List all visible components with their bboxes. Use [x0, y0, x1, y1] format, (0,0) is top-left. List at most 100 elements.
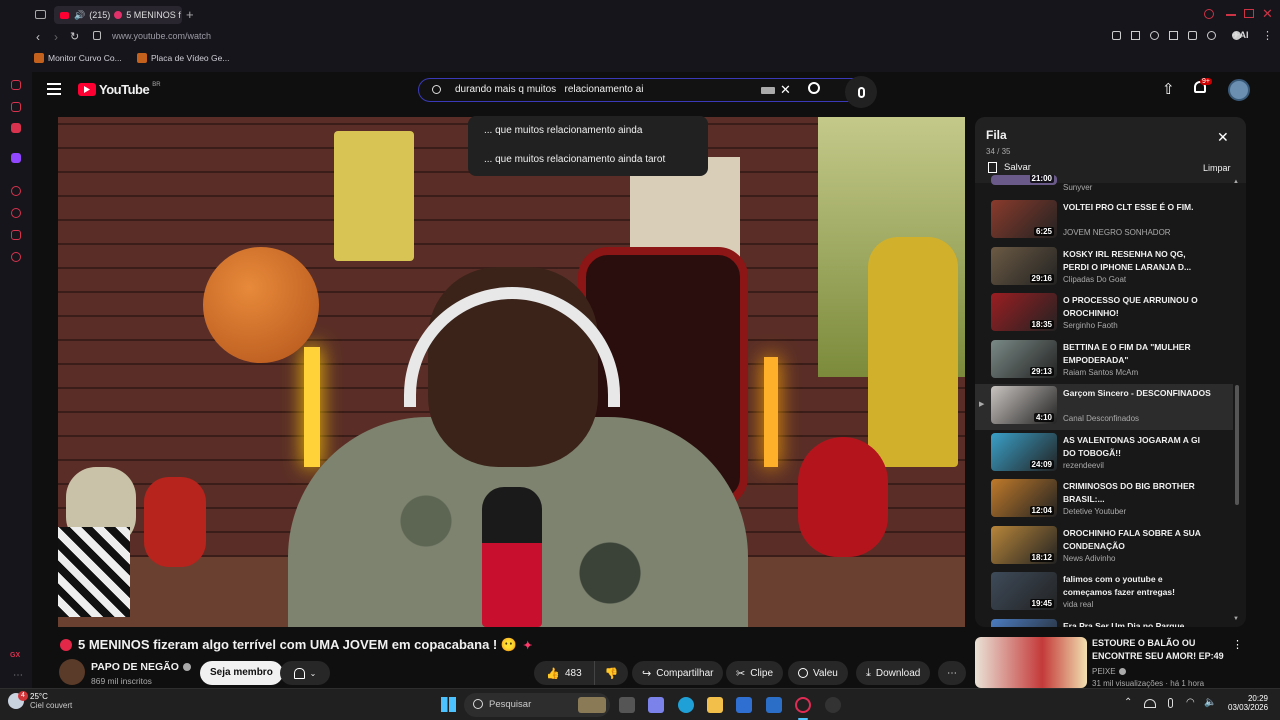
video-player[interactable]	[58, 117, 965, 627]
tab-overview-icon[interactable]	[35, 10, 46, 19]
reload-button[interactable]: ↻	[70, 30, 79, 43]
network-icon[interactable]	[1144, 699, 1156, 708]
notifications-button[interactable]: 9+	[1194, 78, 1212, 93]
queue-item[interactable]: 19:45 falimos com o youtube e começamos f…	[975, 570, 1233, 616]
queue-item[interactable]: 18:12 OROCHINHO FALA SOBRE A SUA CONDENAÇ…	[975, 524, 1233, 570]
lock-icon[interactable]	[93, 31, 101, 40]
channel-avatar[interactable]	[59, 659, 85, 685]
search-tabs-icon[interactable]	[1204, 9, 1214, 19]
share-button[interactable]: ↪ Compartilhar	[632, 661, 724, 685]
app-icon[interactable]	[825, 697, 841, 713]
minimize-button[interactable]	[1226, 14, 1236, 16]
maximize-button[interactable]	[1244, 9, 1254, 18]
scroll-down-icon[interactable]: ▼	[1233, 616, 1239, 622]
queue-thumbnail[interactable]: 29:13	[991, 339, 1057, 378]
clock[interactable]: 20:29 03/03/2026	[1228, 694, 1268, 712]
queue-item-title[interactable]: Garçom Sincero - DESCONFINADOS	[1063, 387, 1213, 400]
edge-icon[interactable]	[678, 697, 694, 713]
task-view-icon[interactable]	[619, 697, 635, 713]
queue-item[interactable]: 18:35 O PROCESSO QUE ARRUINOU O OROCHINHO…	[975, 291, 1233, 337]
voice-search-button[interactable]	[845, 76, 877, 108]
player-icon[interactable]	[11, 186, 21, 196]
youtube-logo[interactable]: YouTube BR	[78, 82, 161, 97]
clip-button[interactable]: ✂ Clipe	[726, 661, 784, 685]
back-button[interactable]: ‹	[36, 30, 40, 44]
queue-item-title[interactable]: O PROCESSO QUE ARRUINOU O OROCHINHO!	[1063, 294, 1213, 320]
avatar[interactable]	[1228, 79, 1250, 101]
settings-icon[interactable]	[11, 252, 21, 262]
bookmark-1[interactable]: Monitor Curvo Co...	[34, 53, 122, 63]
queue-item[interactable]: 12:04 CRIMINOSOS DO BIG BROTHER BRASIL:..…	[975, 477, 1233, 523]
queue-item[interactable]: 24:09 AS VALENTONAS JOGARAM A GI DO TOBOG…	[975, 431, 1233, 477]
more-actions-button[interactable]: ⋯	[938, 661, 966, 685]
windows-start-icon[interactable]	[441, 697, 456, 712]
weather-widget[interactable]: 4 25°C Ciel couvert	[8, 691, 72, 710]
join-button[interactable]: Seja membro	[200, 661, 283, 685]
queue-thumbnail[interactable]: 18:35	[991, 293, 1057, 331]
thanks-button[interactable]: Valeu	[788, 661, 848, 685]
queue-item-title[interactable]: KOSKY IRL RESENHA NO QG, PERDI O IPHONE …	[1063, 248, 1213, 274]
download-button[interactable]: ⤓ Download	[856, 661, 931, 685]
queue-item[interactable]: Era Pra Ser Um Dia no Parque	[975, 617, 1233, 628]
queue-scrollbar[interactable]	[1235, 385, 1239, 505]
tray-chevron-icon[interactable]: ⌃	[1124, 697, 1132, 708]
queue-item-title[interactable]: BETTINA E O FIM DA "MULHER EMPODERADA"	[1063, 341, 1213, 367]
home-icon[interactable]	[11, 80, 21, 90]
wifi-icon[interactable]: ◠	[1186, 697, 1195, 708]
subscribed-button[interactable]: ⌄	[280, 661, 330, 685]
queue-thumbnail[interactable]: 12:04	[991, 479, 1057, 517]
suggestion-1[interactable]: ... que muitos relacionamento ainda	[484, 125, 642, 136]
queue-thumbnail[interactable]: 4:10	[991, 386, 1057, 424]
twitch-icon[interactable]	[11, 153, 21, 163]
queue-item[interactable]: 29:16 KOSKY IRL RESENHA NO QG, PERDI O IP…	[975, 245, 1233, 291]
save-queue-button[interactable]: Salvar	[988, 162, 1031, 173]
queue-item-title[interactable]: CRIMINOSOS DO BIG BROTHER BRASIL:...	[1063, 480, 1213, 506]
opera-gx-icon[interactable]	[795, 697, 811, 713]
upload-icon[interactable]: ⇧	[1162, 80, 1175, 98]
queue-item-title[interactable]: AS VALENTONAS JOGARAM A GI DO TOBOGÃ!!	[1063, 434, 1213, 460]
keyboard-icon[interactable]	[761, 87, 775, 94]
teams-icon[interactable]	[648, 697, 664, 713]
recommended-title[interactable]: ESTOURE O BALÃO OU ENCONTRE SEU AMOR! EP…	[1092, 637, 1242, 663]
queue-close-icon[interactable]: ✕	[1217, 129, 1229, 146]
close-window-button[interactable]: ✕	[1262, 6, 1273, 22]
menu-icon[interactable]: ⋮	[1262, 29, 1273, 42]
ai-button[interactable]: ✈AI	[1232, 30, 1249, 41]
pinboard-icon[interactable]	[11, 230, 21, 240]
speaker-icon[interactable]: 🔊	[74, 10, 85, 21]
queue-item-title[interactable]: VOLTEI PRO CLT ESSE É O FIM.	[1063, 201, 1213, 214]
queue-item[interactable]: ▶ 4:10 Garçom Sincero - DESCONFINADOS Canal…	[975, 384, 1233, 430]
queue-item[interactable]: 29:13 BETTINA E O FIM DA "MULHER EMPODERA…	[975, 338, 1233, 384]
tab-youtube[interactable]: 🔊 (215) 5 MENINOS f	[54, 6, 182, 24]
guide-menu-icon[interactable]	[47, 83, 61, 95]
volume-icon[interactable]: 🔈	[1204, 697, 1216, 708]
like-button[interactable]: 👍 483	[534, 661, 594, 685]
queue-item-title[interactable]: falimos com o youtube e começamos fazer …	[1063, 573, 1213, 599]
messenger-icon[interactable]	[11, 123, 21, 133]
search-button[interactable]	[808, 82, 820, 94]
queue-thumbnail[interactable]: 29:16	[991, 246, 1057, 285]
queue-thumbnail[interactable]: 19:45	[991, 572, 1057, 610]
store-icon[interactable]	[736, 697, 752, 713]
search-box[interactable]: durando mais q muitos relacionamento ai …	[418, 78, 872, 102]
queue-item-title[interactable]: Era Pra Ser Um Dia no Parque	[1063, 620, 1213, 628]
queue-item-title[interactable]: OROCHINHO FALA SOBRE A SUA CONDENAÇÃO	[1063, 527, 1213, 553]
forward-button[interactable]: ›	[54, 30, 58, 44]
taskbar-search[interactable]: Pesquisar	[464, 693, 610, 717]
queue-thumbnail[interactable]: 6:25	[991, 200, 1057, 238]
queue-thumbnail[interactable]: 18:12	[991, 525, 1057, 564]
more-icon[interactable]: ⋯	[13, 670, 23, 681]
clear-search-icon[interactable]: ✕	[780, 82, 791, 98]
gx-icon[interactable]: GX	[10, 652, 20, 659]
queue-thumbnail[interactable]	[991, 618, 1057, 627]
search-input[interactable]: durando mais q muitos relacionamento ai	[455, 84, 643, 95]
history-icon[interactable]	[11, 208, 21, 218]
queue-thumbnail[interactable]: 24:09	[991, 432, 1057, 471]
recommended-menu-icon[interactable]: ⋮	[1232, 638, 1243, 651]
suggestion-2[interactable]: ... que muitos relacionamento ainda taro…	[484, 154, 665, 165]
aria-icon[interactable]	[11, 102, 21, 112]
address-bar[interactable]: www.youtube.com/watch	[112, 31, 211, 41]
recommended-thumbnail[interactable]	[975, 637, 1087, 688]
scroll-up-icon[interactable]: ▲	[1233, 179, 1239, 185]
file-explorer-icon[interactable]	[707, 697, 723, 713]
